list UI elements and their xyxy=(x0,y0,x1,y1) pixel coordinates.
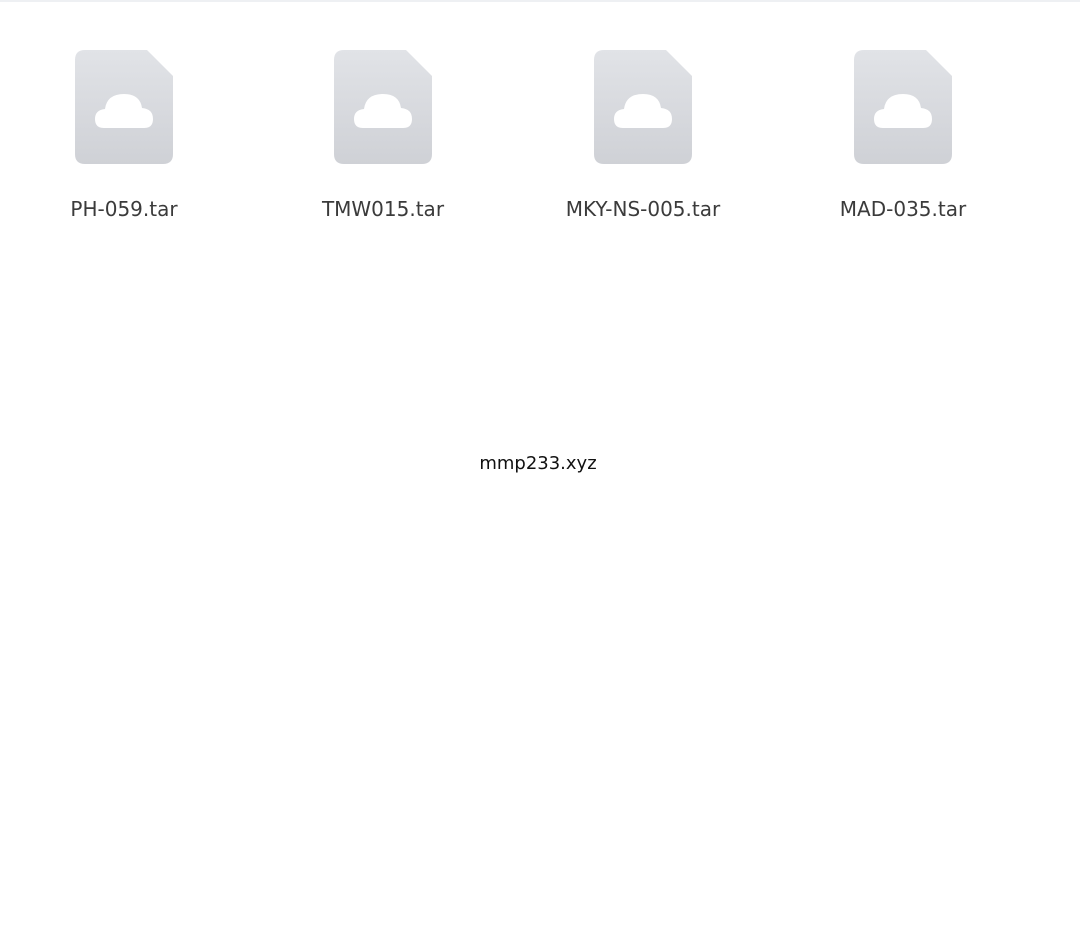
cloud-file-icon xyxy=(75,50,173,164)
file-item[interactable]: PH-059.tar xyxy=(14,44,234,240)
file-name: PH-059.tar xyxy=(70,197,178,221)
cloud-file-icon xyxy=(854,50,952,164)
file-item[interactable]: TMW015.tar xyxy=(273,44,493,240)
watermark-text: mmp233.xyz xyxy=(479,453,597,474)
file-grid: PH-059.tar TMW015.tar MKY-NS-005.tar MAD… xyxy=(0,0,1080,260)
cloud-file-icon xyxy=(594,50,692,164)
file-item[interactable]: MAD-035.tar xyxy=(793,44,1013,240)
cloud-file-icon xyxy=(334,50,432,164)
file-name: TMW015.tar xyxy=(321,197,445,221)
file-name: MAD-035.tar xyxy=(839,197,967,221)
file-name: MKY-NS-005.tar xyxy=(565,197,721,221)
file-item[interactable]: MKY-NS-005.tar xyxy=(533,44,753,240)
